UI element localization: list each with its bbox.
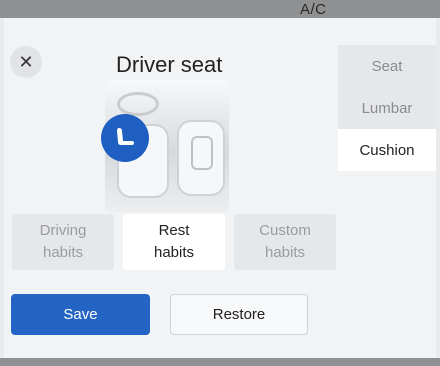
page-title: Driver seat — [116, 52, 223, 77]
top-status-bar: A/C — [0, 0, 440, 18]
bottom-bar — [0, 358, 440, 366]
save-button[interactable]: Save — [11, 294, 150, 335]
steering-wheel-graphic — [117, 92, 159, 116]
driving-habits-button[interactable]: Driving habits — [12, 214, 114, 270]
seat-section-menu: Seat Lumbar Cushion — [338, 45, 436, 171]
side-item-cushion[interactable]: Cushion — [338, 129, 436, 171]
seat-icon — [117, 128, 134, 145]
rest-habits-button[interactable]: Rest habits — [123, 214, 225, 270]
custom-habits-button[interactable]: Custom habits — [234, 214, 336, 270]
driver-seat-badge[interactable] — [101, 114, 149, 162]
ac-label[interactable]: A/C — [300, 1, 327, 18]
restore-button[interactable]: Restore — [170, 294, 308, 335]
side-item-seat[interactable]: Seat — [338, 45, 436, 87]
close-button[interactable]: ✕ — [10, 46, 42, 78]
passenger-seat-cushion-graphic — [191, 136, 213, 170]
close-icon: ✕ — [18, 51, 34, 72]
side-item-lumbar[interactable]: Lumbar — [338, 87, 436, 129]
